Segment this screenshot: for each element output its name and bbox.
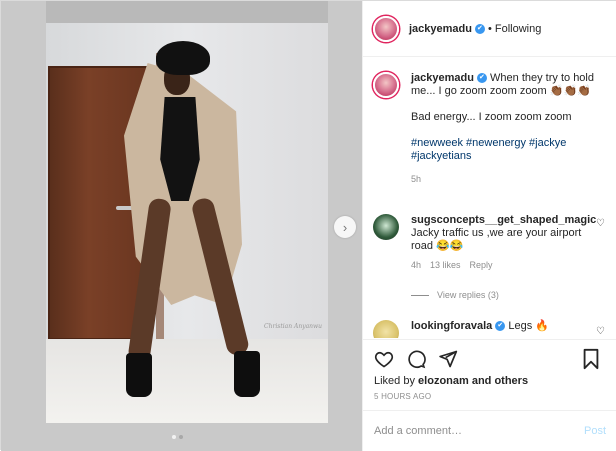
likes-summary[interactable]: Liked by elozonam and others [374, 375, 528, 387]
comment-body: lookingforavala ✔ Legs 🔥 [411, 320, 583, 333]
share-icon[interactable] [437, 348, 459, 370]
view-replies-button[interactable]: View replies (3) [411, 290, 499, 300]
caption-hashtags[interactable]: #newweek #newenergy #jackye #jackyetians [411, 137, 609, 163]
comment-heart-icon[interactable]: ♡ [596, 218, 605, 229]
heart-icon[interactable] [373, 348, 395, 370]
action-icons [373, 348, 459, 370]
photo-watermark: Christian Anyanwu [264, 323, 323, 330]
comment-username[interactable]: lookingforavala [411, 320, 492, 332]
comment-username[interactable]: sugsconcepts__get_shaped_magic [411, 214, 596, 226]
post-dialog: Christian Anyanwu › jackyemadu ✔ • Follo… [0, 0, 616, 451]
comment-meta: 4h 13 likes Reply [411, 259, 583, 272]
post-header: jackyemadu ✔ • Following [363, 1, 616, 57]
view-replies-label: View replies (3) [437, 290, 499, 300]
comment-input[interactable] [374, 425, 584, 437]
comments-list: jackyemadu ✔ When they try to hold me... … [363, 58, 616, 338]
comment-likes[interactable]: 13 likes [430, 259, 461, 272]
likes-user[interactable]: elozonam [418, 375, 469, 387]
likes-suffix[interactable]: and others [472, 375, 528, 387]
post-photo[interactable]: Christian Anyanwu [46, 23, 328, 423]
comment-icon[interactable] [405, 348, 427, 370]
add-comment-bar: Post [363, 410, 616, 451]
caption-avatar[interactable] [373, 72, 399, 98]
comment-body: sugsconcepts__get_shaped_magic Jacky tra… [411, 214, 596, 272]
post-sidebar: jackyemadu ✔ • Following jackyemadu ✔ Whe… [362, 1, 616, 451]
author-avatar[interactable] [373, 15, 399, 42]
likes-prefix: Liked by [374, 375, 415, 387]
author-username[interactable]: jackyemadu [409, 23, 472, 35]
photo-floor [46, 339, 328, 423]
photo-boot-left [126, 353, 152, 397]
bookmark-icon[interactable] [581, 348, 603, 370]
carousel-dots [172, 435, 183, 439]
photo-boot-right [234, 351, 260, 397]
comment-text: Legs 🔥 [508, 320, 549, 332]
caption-body: jackyemadu ✔ When they try to hold me... … [411, 72, 609, 186]
caption-text-line2: Bad energy... I zoom zoom zoom [411, 111, 572, 123]
following-button[interactable]: • Following [488, 23, 541, 35]
comment-text: Jacky traffic us ,we are your airport ro… [411, 227, 582, 252]
verified-icon: ✔ [474, 23, 485, 34]
caption-username[interactable]: jackyemadu [411, 72, 474, 84]
photo-letterbox [46, 1, 328, 23]
verified-icon: ✔ [476, 73, 487, 84]
view-replies-line [411, 294, 429, 296]
comment-heart-icon[interactable]: ♡ [596, 326, 605, 337]
next-slide-button[interactable]: › [334, 216, 356, 238]
chevron-right-icon: › [342, 219, 348, 235]
carousel-dot [179, 435, 183, 439]
post-comment-button[interactable]: Post [584, 425, 606, 437]
photo-hat [156, 41, 210, 75]
verified-icon: ✔ [495, 321, 506, 332]
commenter-avatar[interactable] [373, 214, 399, 240]
comment-reply-button[interactable]: Reply [470, 259, 493, 272]
comment-time: 4h [411, 260, 422, 270]
photo-pane: Christian Anyanwu › [1, 1, 362, 451]
caption-time: 5h [411, 174, 422, 184]
carousel-dot-active [172, 435, 176, 439]
post-actions: Liked by elozonam and others 5 HOURS AGO [363, 339, 616, 409]
commenter-avatar[interactable] [373, 320, 399, 338]
post-timestamp: 5 HOURS AGO [374, 392, 432, 401]
